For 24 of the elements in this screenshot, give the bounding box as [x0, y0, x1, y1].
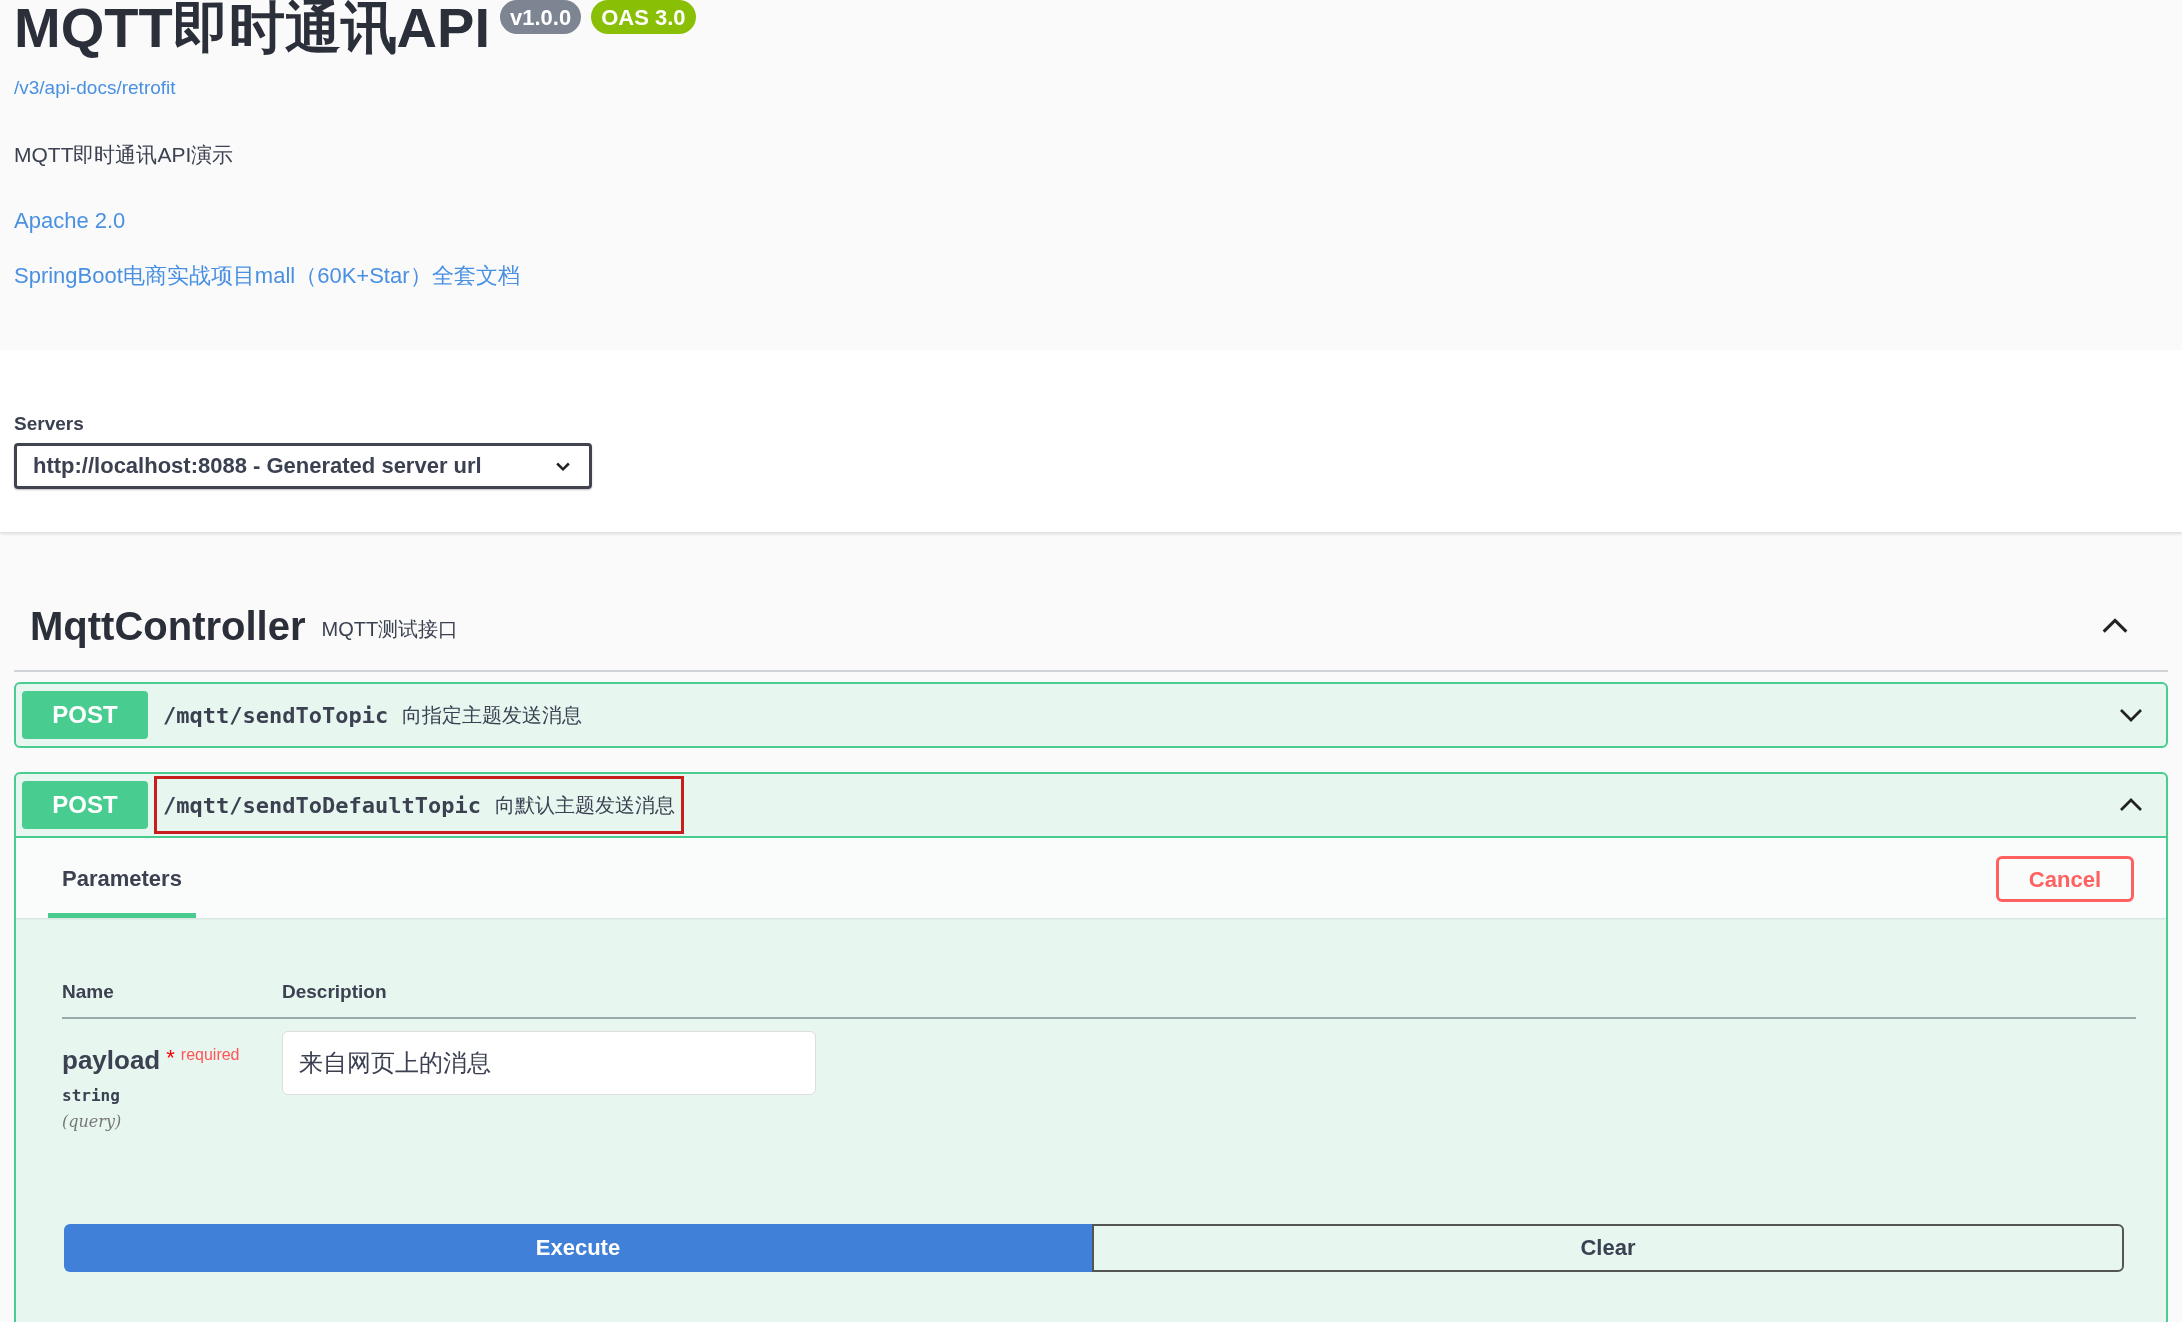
method-badge: POST [22, 691, 148, 739]
parameter-location: (query) [62, 1110, 123, 1133]
method-badge: POST [22, 781, 148, 829]
operation-summary: 向指定主题发送消息 [402, 703, 583, 728]
column-header: Name [62, 980, 115, 1004]
api-description: MQTT即时通讯API演示 [14, 141, 235, 168]
parameter-name: payload [62, 1043, 161, 1077]
clear-button[interactable]: Clear [1092, 1223, 2124, 1272]
oas-badge: OAS 3.0 [591, 0, 696, 34]
operation-path[interactable]: /mqtt/sendToDefaultTopic [163, 788, 481, 822]
servers-label: Servers [14, 412, 85, 436]
parameters-tab[interactable]: Parameters [48, 862, 196, 918]
required-label: required [180, 1044, 240, 1065]
operation-summary: 向默认主题发送消息 [494, 793, 675, 818]
parameter-type: string [62, 1084, 121, 1107]
tag-title[interactable]: MqttController [30, 596, 306, 656]
execute-button[interactable]: Execute [64, 1223, 1092, 1272]
tag-description: MQTT测试接口 [321, 617, 459, 642]
server-select[interactable]: http://localhost:8088 - Generated server url [14, 442, 592, 489]
required-mark: * [166, 1043, 175, 1072]
column-header: Description [282, 980, 387, 1004]
operation-path[interactable]: /mqtt/sendToTopic [163, 698, 389, 732]
parameter-input[interactable]: 来自网页上的消息 [282, 1030, 816, 1095]
version-badge: v1.0.0 [500, 0, 582, 34]
